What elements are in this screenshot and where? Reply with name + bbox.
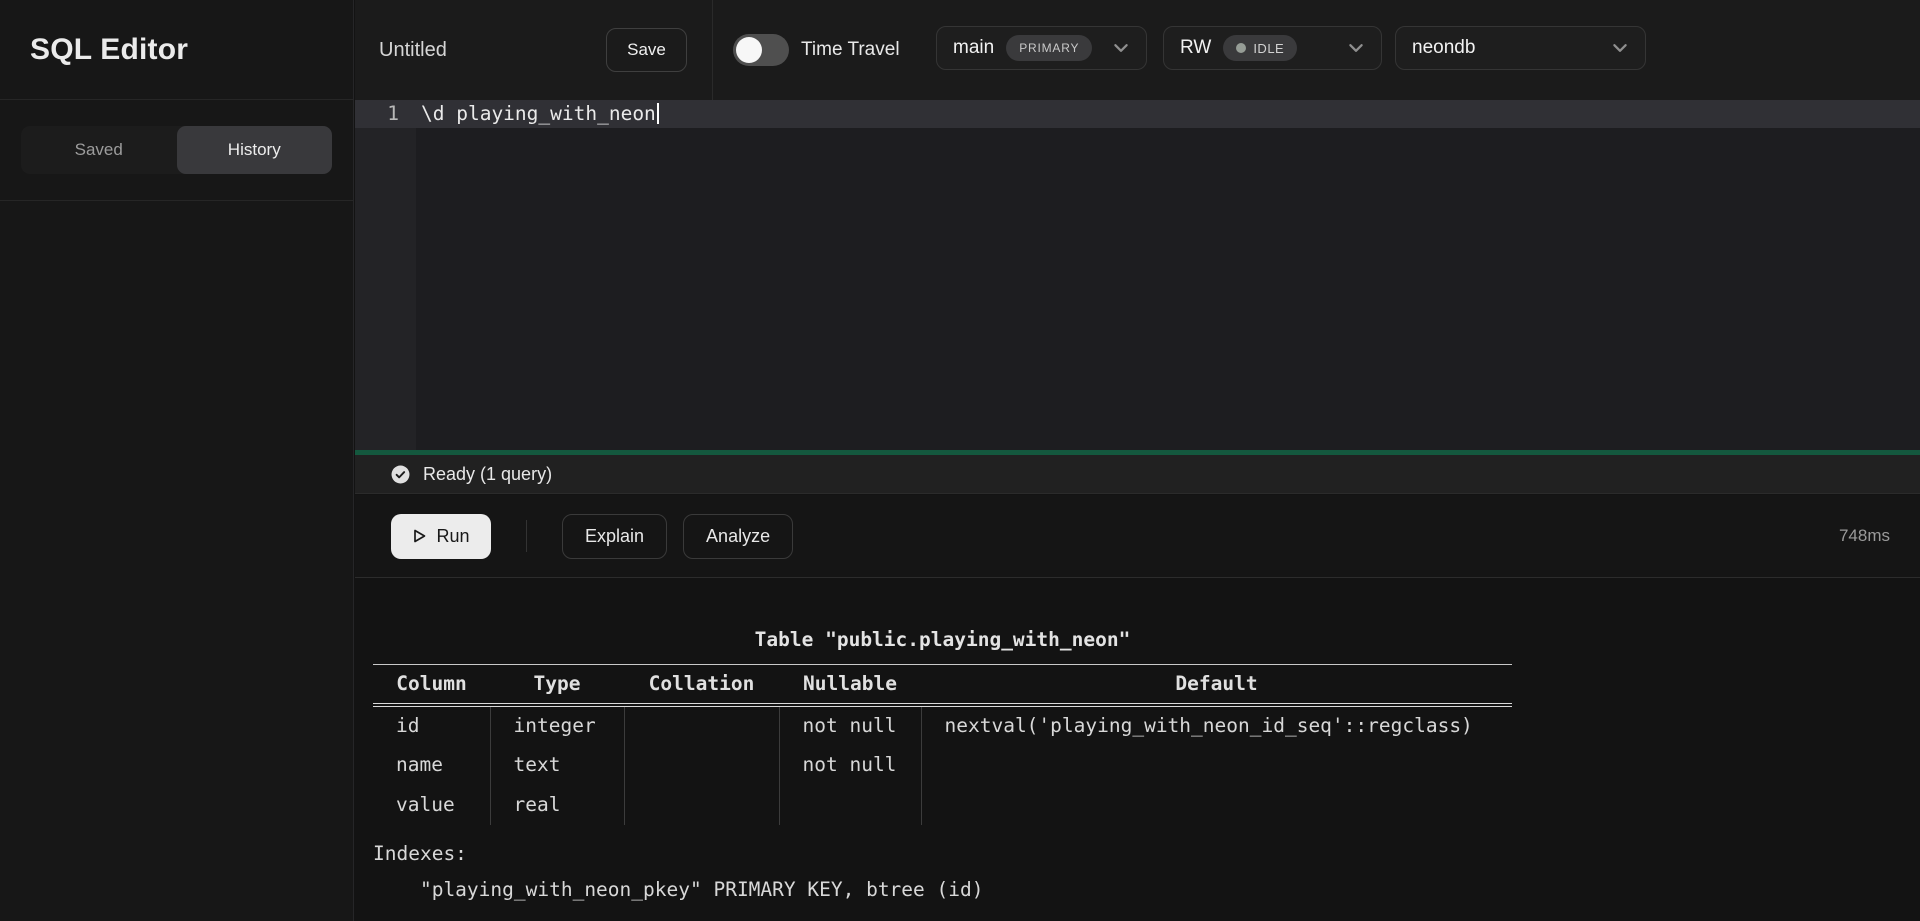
check-circle-icon [391, 465, 410, 484]
time-travel-label: Time Travel [801, 0, 900, 100]
query-duration: 748ms [1839, 526, 1890, 546]
text-cursor [657, 103, 659, 124]
table-row: id integer not null nextval('playing_wit… [373, 705, 1512, 745]
result-table: Column Type Collation Nullable Default i… [373, 664, 1512, 825]
compute-selector[interactable]: RW IDLE [1163, 26, 1382, 70]
column-header: Default [921, 665, 1512, 705]
cell: nextval('playing_with_neon_id_seq'::regc… [921, 705, 1512, 745]
table-row: value real [373, 785, 1512, 825]
cell: value [373, 785, 490, 825]
save-button[interactable]: Save [606, 28, 687, 72]
play-icon [412, 528, 427, 544]
branch-name: main [953, 37, 994, 59]
toggle-knob [736, 37, 762, 63]
status-text: Ready (1 query) [423, 464, 552, 485]
branch-primary-badge: PRIMARY [1006, 35, 1092, 61]
branch-selector[interactable]: main PRIMARY [936, 26, 1147, 70]
result-table-title: Table "public.playing_with_neon" [373, 628, 1512, 651]
column-header: Collation [624, 665, 779, 705]
cell: name [373, 745, 490, 785]
sidebar-tabs-section: Saved History [0, 100, 353, 201]
table-row: name text not null [373, 745, 1512, 785]
code-text[interactable]: \d playing_with_neon [421, 100, 659, 128]
tab-history[interactable]: History [177, 126, 333, 174]
saved-history-segmented-control: Saved History [21, 126, 332, 174]
query-results-panel: Table "public.playing_with_neon" Column … [355, 579, 1920, 921]
editor-topbar: Untitled Save Time Travel main PRIMARY R… [355, 0, 1920, 100]
sidebar-header: SQL Editor [0, 0, 353, 100]
result-header-row: Column Type Collation Nullable Default [373, 665, 1512, 705]
cell [624, 705, 779, 745]
chevron-down-icon [1347, 39, 1365, 57]
idle-dot-icon [1236, 43, 1246, 53]
cell: text [490, 745, 624, 785]
column-header: Type [490, 665, 624, 705]
line-number: 1 [355, 100, 416, 128]
cell [624, 785, 779, 825]
cell: not null [779, 745, 921, 785]
main-area: Untitled Save Time Travel main PRIMARY R… [355, 0, 1920, 921]
analyze-button[interactable]: Analyze [683, 514, 793, 559]
cell [921, 785, 1512, 825]
cell: integer [490, 705, 624, 745]
app-title: SQL Editor [30, 33, 188, 67]
database-name: neondb [1412, 37, 1475, 59]
compute-name: RW [1180, 37, 1211, 59]
explain-button[interactable]: Explain [562, 514, 667, 559]
line-number-gutter [355, 100, 416, 450]
query-toolbar: Run Explain Analyze 748ms [355, 495, 1920, 578]
query-status-bar: Ready (1 query) [355, 450, 1920, 494]
indexes-label: Indexes: [373, 836, 1512, 872]
cell: id [373, 705, 490, 745]
current-code-line[interactable]: 1 \d playing_with_neon [355, 100, 1920, 128]
compute-status-badge: IDLE [1223, 35, 1297, 61]
index-definition: "playing_with_neon_pkey" PRIMARY KEY, bt… [373, 872, 1512, 908]
column-header: Column [373, 665, 490, 705]
cell [779, 785, 921, 825]
run-button[interactable]: Run [391, 514, 491, 559]
sql-code-editor[interactable]: 1 \d playing_with_neon [355, 100, 1920, 450]
chevron-down-icon [1611, 39, 1629, 57]
query-title: Untitled [379, 0, 447, 100]
cell: real [490, 785, 624, 825]
topbar-divider [712, 0, 713, 100]
toolbar-separator [526, 520, 527, 552]
cell [624, 745, 779, 785]
cell: not null [779, 705, 921, 745]
database-selector[interactable]: neondb [1395, 26, 1646, 70]
column-header: Nullable [779, 665, 921, 705]
chevron-down-icon [1112, 39, 1130, 57]
time-travel-toggle[interactable] [733, 34, 789, 66]
result-footer: Indexes: "playing_with_neon_pkey" PRIMAR… [373, 836, 1512, 908]
cell [921, 745, 1512, 785]
sidebar: SQL Editor Saved History [0, 0, 354, 921]
tab-saved[interactable]: Saved [21, 126, 177, 174]
